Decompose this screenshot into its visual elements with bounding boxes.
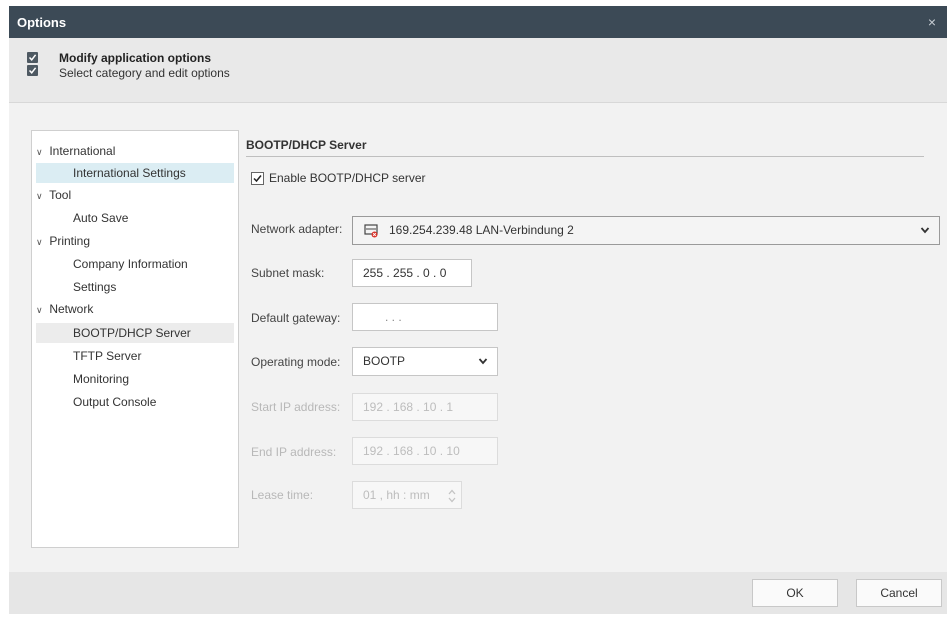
start-ip-label: Start IP address:: [251, 400, 341, 414]
dialog-header: Modify application options Select catego…: [9, 38, 947, 103]
title-bar: Options ×: [9, 6, 947, 38]
tree-item-international-settings[interactable]: International Settings: [36, 163, 234, 183]
lease-time-value: 01 , hh : mm: [363, 488, 430, 502]
end-ip-label: End IP address:: [251, 445, 337, 459]
enable-bootp-label: Enable BOOTP/DHCP server: [269, 171, 426, 185]
chevron-down-icon: [478, 358, 488, 365]
network-adapter-icon: [364, 224, 378, 238]
chevron-down-icon: ∨: [36, 147, 43, 157]
header-subtitle: Select category and edit options: [59, 66, 230, 80]
network-adapter-dropdown[interactable]: 169.254.239.48 LAN-Verbindung 2: [352, 216, 940, 245]
tree-item-output-console[interactable]: Output Console: [36, 392, 234, 412]
operating-mode-dropdown[interactable]: BOOTP: [352, 347, 498, 376]
tree-item-label: Printing: [49, 234, 91, 248]
chevron-down-icon: ∨: [36, 237, 43, 247]
network-adapter-label: Network adapter:: [251, 222, 343, 236]
category-tree: ∨ International International Settings ∨…: [31, 130, 239, 548]
options-dialog: Options × Modify application options Sel…: [9, 6, 947, 614]
tree-item-bootp-dhcp-server[interactable]: BOOTP/DHCP Server: [36, 323, 234, 343]
enable-bootp-checkbox[interactable]: [251, 172, 264, 185]
tree-item-settings[interactable]: Settings: [36, 277, 234, 297]
tree-item-printing[interactable]: ∨ Printing: [36, 231, 234, 251]
close-icon[interactable]: ×: [923, 13, 941, 31]
chevron-down-icon: ∨: [36, 191, 43, 201]
dialog-footer: OK Cancel: [9, 572, 947, 614]
tree-item-label: International Settings: [73, 166, 186, 180]
settings-panel: BOOTP/DHCP Server Enable BOOTP/DHCP serv…: [246, 130, 940, 546]
ok-button[interactable]: OK: [752, 579, 838, 607]
tree-item-label: Settings: [73, 280, 117, 294]
tree-item-label: Network: [49, 302, 94, 316]
tree-item-label: Company Information: [73, 257, 188, 271]
default-gateway-label: Default gateway:: [251, 311, 341, 325]
lease-time-input[interactable]: 01 , hh : mm: [352, 481, 462, 509]
section-title: BOOTP/DHCP Server: [246, 138, 367, 152]
tree-item-tftp-server[interactable]: TFTP Server: [36, 346, 234, 366]
cancel-button[interactable]: Cancel: [856, 579, 942, 607]
start-ip-value: 192 . 168 . 10 . 1: [363, 400, 454, 414]
checkbox-icon: [27, 52, 38, 63]
tree-item-label: Monitoring: [73, 372, 130, 386]
chevron-down-icon: [920, 227, 930, 234]
tree-item-company-information[interactable]: Company Information: [36, 254, 234, 274]
tree-item-auto-save[interactable]: Auto Save: [36, 208, 234, 228]
checkbox-icon: [27, 65, 38, 76]
tree-item-label: BOOTP/DHCP Server: [73, 326, 191, 340]
operating-mode-value: BOOTP: [363, 354, 406, 368]
subnet-mask-input[interactable]: 255 . 255 . 0 . 0: [352, 259, 472, 287]
start-ip-input[interactable]: 192 . 168 . 10 . 1: [352, 393, 498, 421]
subnet-mask-label: Subnet mask:: [251, 266, 325, 280]
tree-item-monitoring[interactable]: Monitoring: [36, 369, 234, 389]
section-divider: [246, 156, 924, 157]
tree-item-label: International: [49, 144, 116, 158]
end-ip-input[interactable]: 192 . 168 . 10 . 10: [352, 437, 498, 465]
tree-item-label: Tool: [49, 188, 72, 202]
check-icon: [253, 175, 262, 183]
tree-item-international[interactable]: ∨ International: [36, 141, 234, 161]
tree-item-network[interactable]: ∨ Network: [36, 299, 234, 319]
chevron-down-icon: ∨: [36, 305, 43, 315]
spinner-arrows-icon[interactable]: [447, 488, 457, 504]
tree-item-tool[interactable]: ∨ Tool: [36, 185, 234, 205]
header-title: Modify application options: [59, 51, 211, 65]
tree-item-label: TFTP Server: [73, 349, 142, 363]
tree-item-label: Auto Save: [73, 211, 129, 225]
operating-mode-label: Operating mode:: [251, 355, 341, 369]
window-title: Options: [17, 15, 67, 30]
default-gateway-value: . . .: [385, 310, 402, 324]
default-gateway-input[interactable]: . . .: [352, 303, 498, 331]
subnet-mask-value: 255 . 255 . 0 . 0: [363, 266, 447, 280]
tree-item-label: Output Console: [73, 395, 157, 409]
end-ip-value: 192 . 168 . 10 . 10: [363, 444, 460, 458]
lease-time-label: Lease time:: [251, 488, 314, 502]
network-adapter-value: 169.254.239.48 LAN-Verbindung 2: [389, 223, 574, 237]
